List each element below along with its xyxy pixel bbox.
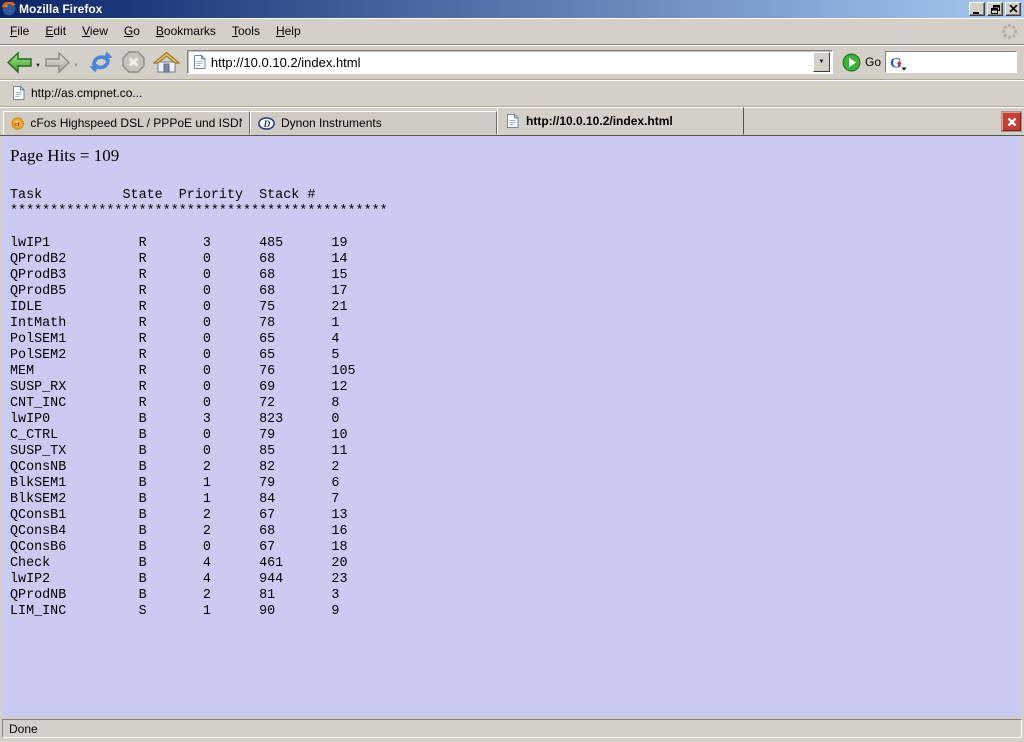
reload-button[interactable] bbox=[87, 49, 115, 75]
bookmark-label: http://as.cmpnet.co... bbox=[31, 86, 142, 100]
titlebar: Mozilla Firefox bbox=[0, 0, 1024, 18]
tab-3-active[interactable]: http://10.0.10.2/index.html bbox=[497, 107, 744, 135]
throbber-icon bbox=[1001, 23, 1018, 45]
window-controls bbox=[969, 2, 1022, 16]
search-box[interactable]: G bbox=[885, 51, 1017, 73]
search-input[interactable] bbox=[909, 54, 1013, 70]
bookmark-item-0[interactable]: http://as.cmpnet.co... bbox=[6, 83, 147, 103]
page-hits-text: Page Hits = 109 bbox=[10, 146, 1014, 166]
dynon-icon: D bbox=[258, 116, 275, 131]
browser-window: Mozilla Firefox FileEditViewGoBookmarksT… bbox=[0, 0, 1024, 742]
url-input[interactable] bbox=[211, 55, 809, 70]
back-button[interactable] bbox=[5, 50, 34, 75]
document-icon bbox=[505, 113, 520, 129]
minimize-button[interactable] bbox=[969, 2, 985, 16]
tab-bar: cf cFos Highspeed DSL / PPPoE und ISDN CA… bbox=[0, 107, 1024, 136]
page-document-icon bbox=[192, 54, 207, 70]
menu-items: FileEditViewGoBookmarksToolsHelp bbox=[2, 20, 309, 42]
close-button[interactable] bbox=[1005, 2, 1021, 16]
firefox-logo-icon bbox=[2, 2, 16, 16]
forward-button[interactable] bbox=[43, 50, 72, 75]
window-title: Mozilla Firefox bbox=[19, 2, 102, 16]
forward-dropdown-icon[interactable]: ▼ bbox=[73, 63, 79, 69]
url-dropdown-button[interactable]: ▼ bbox=[813, 52, 830, 72]
tab-label: http://10.0.10.2/index.html bbox=[526, 114, 673, 128]
menu-view[interactable]: View bbox=[74, 20, 116, 42]
restore-button[interactable] bbox=[987, 2, 1003, 16]
tab-2[interactable]: D Dynon Instruments bbox=[250, 111, 497, 135]
status-text: Done bbox=[9, 722, 38, 736]
stop-button[interactable] bbox=[120, 49, 147, 75]
menu-bookmarks[interactable]: Bookmarks bbox=[148, 20, 224, 42]
status-panel: Done bbox=[2, 719, 1022, 738]
menu-tools[interactable]: Tools bbox=[224, 20, 268, 42]
go-label: Go bbox=[865, 55, 881, 69]
page-content: Page Hits = 109 Task State Priority Stac… bbox=[0, 136, 1024, 717]
cfos-icon: cf bbox=[11, 116, 24, 131]
google-search-icon[interactable]: G bbox=[889, 54, 908, 71]
back-dropdown-icon[interactable]: ▼ bbox=[35, 63, 41, 69]
home-button[interactable] bbox=[152, 50, 181, 75]
document-icon bbox=[11, 85, 26, 101]
status-bar: Done bbox=[0, 717, 1024, 742]
bookmarks-toolbar: http://as.cmpnet.co... bbox=[0, 80, 1024, 107]
task-table: Task State Priority Stack # ************… bbox=[10, 188, 1014, 620]
go-button[interactable]: Go bbox=[838, 51, 885, 74]
tab-label: Dynon Instruments bbox=[281, 116, 382, 130]
navigation-toolbar: ▼ ▼ bbox=[0, 45, 1024, 80]
menu-go[interactable]: Go bbox=[116, 20, 148, 42]
menubar: FileEditViewGoBookmarksToolsHelp bbox=[0, 18, 1024, 45]
bookmark-items: http://as.cmpnet.co... bbox=[6, 83, 147, 103]
go-icon bbox=[842, 53, 861, 72]
menu-help[interactable]: Help bbox=[268, 20, 309, 42]
url-bar[interactable]: ▼ bbox=[187, 50, 833, 74]
tabs: cf cFos Highspeed DSL / PPPoE und ISDN CA… bbox=[3, 107, 744, 135]
svg-text:cf: cf bbox=[14, 122, 19, 128]
menu-file[interactable]: File bbox=[2, 20, 37, 42]
tab-1[interactable]: cf cFos Highspeed DSL / PPPoE und ISDN CA… bbox=[3, 111, 250, 135]
svg-text:D: D bbox=[263, 120, 271, 130]
document-icon bbox=[192, 54, 207, 70]
close-tab-button[interactable] bbox=[1002, 112, 1021, 131]
menu-edit[interactable]: Edit bbox=[37, 20, 74, 42]
tab-label: cFos Highspeed DSL / PPPoE und ISDN CAP.… bbox=[30, 116, 242, 130]
